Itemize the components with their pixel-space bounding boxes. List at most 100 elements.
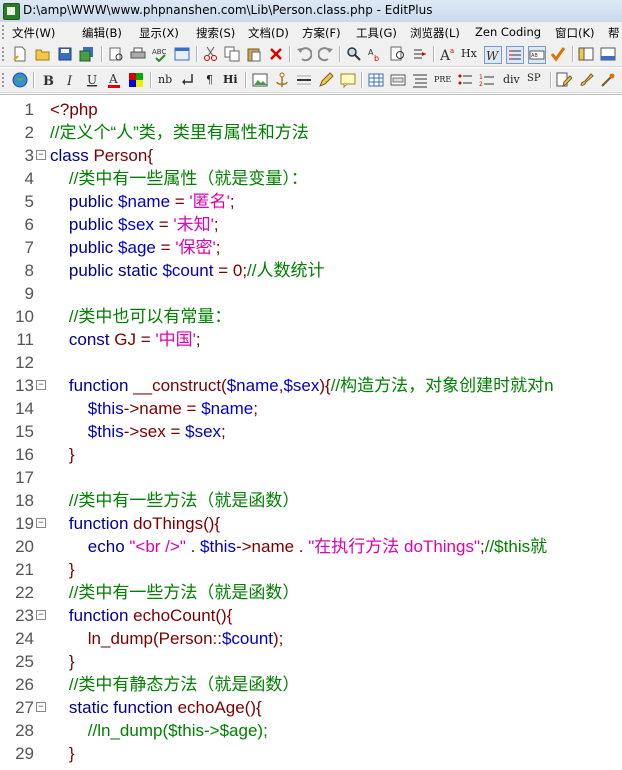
menu-file[interactable]: 文件(W) bbox=[12, 25, 55, 41]
underline-icon[interactable]: U bbox=[84, 72, 100, 88]
form-icon[interactable] bbox=[390, 72, 406, 88]
menu-view[interactable]: 显示(X) bbox=[139, 25, 179, 41]
menu-help[interactable]: 帮 bbox=[608, 25, 620, 41]
menu-window[interactable]: 窗口(K) bbox=[555, 25, 595, 41]
code-line[interactable]: 12 bbox=[0, 351, 622, 374]
goto-line-icon[interactable] bbox=[412, 46, 428, 62]
menu-edit[interactable]: 编辑(B) bbox=[82, 25, 122, 41]
paste-icon[interactable] bbox=[246, 46, 262, 62]
brush-icon[interactable] bbox=[578, 72, 594, 88]
replace-icon[interactable]: Ab bbox=[368, 46, 384, 62]
code-line[interactable]: 23− function echoCount(){ bbox=[0, 604, 622, 627]
code-line[interactable]: 11 const GJ = '中国'; bbox=[0, 328, 622, 351]
code-line[interactable]: 7 public $age = '保密'; bbox=[0, 236, 622, 259]
word-wrap-icon[interactable]: W bbox=[484, 46, 502, 64]
code-line[interactable]: 9 bbox=[0, 282, 622, 305]
code-line[interactable]: 19− function doThings(){ bbox=[0, 512, 622, 535]
code-line[interactable]: 15 $this->sex = $sex; bbox=[0, 420, 622, 443]
heading-button[interactable]: Hi bbox=[223, 73, 238, 86]
globe-icon[interactable] bbox=[12, 72, 28, 88]
ordered-list-icon[interactable]: 12 bbox=[479, 72, 495, 88]
browser-view-icon[interactable] bbox=[174, 46, 190, 62]
code-line[interactable]: 30 bbox=[0, 765, 622, 770]
print-icon[interactable] bbox=[130, 46, 146, 62]
table-icon[interactable] bbox=[368, 72, 384, 88]
code-line[interactable]: 17 bbox=[0, 466, 622, 489]
list-icon[interactable] bbox=[412, 72, 428, 88]
code-line[interactable]: 4 //类中有一些属性（就是变量）： bbox=[0, 167, 622, 190]
find-in-files-icon[interactable] bbox=[390, 46, 406, 62]
cut-icon[interactable] bbox=[203, 46, 219, 62]
code-line[interactable]: 25 } bbox=[0, 650, 622, 673]
code-line[interactable]: 6 public $sex = '未知'; bbox=[0, 213, 622, 236]
save-icon[interactable] bbox=[57, 46, 73, 62]
menu-browser[interactable]: 浏览器(L) bbox=[410, 25, 460, 41]
code-line[interactable]: 21 } bbox=[0, 558, 622, 581]
color-palette-icon[interactable] bbox=[128, 72, 144, 88]
wizard-icon[interactable] bbox=[600, 72, 616, 88]
toolbar-hx-label[interactable]: Hx bbox=[461, 47, 477, 60]
image-icon[interactable] bbox=[252, 72, 268, 88]
code-line[interactable]: 10 //类中也可以有常量： bbox=[0, 305, 622, 328]
spell-check-icon[interactable]: ABC bbox=[152, 46, 168, 62]
checkmark-icon[interactable] bbox=[550, 46, 566, 62]
code-line[interactable]: 5 public $name = '匿名'; bbox=[0, 190, 622, 213]
delete-icon[interactable] bbox=[268, 46, 284, 62]
copy-icon[interactable] bbox=[224, 46, 240, 62]
menu-tools[interactable]: 工具(G) bbox=[356, 25, 397, 41]
line-break-icon[interactable] bbox=[180, 72, 196, 88]
redo-icon[interactable] bbox=[318, 46, 334, 62]
div-tag-button[interactable]: div bbox=[503, 73, 520, 86]
menu-document[interactable]: 文档(D) bbox=[248, 25, 289, 41]
comment-icon[interactable] bbox=[340, 72, 356, 88]
code-line[interactable]: 13− function __construct($name,$sex){//构… bbox=[0, 374, 622, 397]
font-color-icon[interactable]: A bbox=[106, 72, 122, 88]
fold-toggle-icon[interactable]: − bbox=[36, 610, 46, 620]
ruler-icon[interactable]: AB bbox=[528, 46, 546, 64]
bold-icon[interactable]: B bbox=[40, 72, 56, 88]
code-line[interactable]: 28 //ln_dump($this->$age); bbox=[0, 719, 622, 742]
code-line[interactable]: 16 } bbox=[0, 443, 622, 466]
code-line[interactable]: 20 echo "<br />" . $this->name . "在执行方法 … bbox=[0, 535, 622, 558]
code-line[interactable]: 22 //类中有一些方法（就是函数） bbox=[0, 581, 622, 604]
fold-toggle-icon[interactable]: − bbox=[36, 702, 46, 712]
code-line[interactable]: 8 public static $count = 0;//人数统计 bbox=[0, 259, 622, 282]
paragraph-button[interactable]: ¶ bbox=[206, 73, 213, 86]
fold-toggle-icon[interactable]: − bbox=[36, 150, 46, 160]
directory-window-icon[interactable] bbox=[578, 46, 594, 62]
nbsp-button[interactable]: nb bbox=[158, 73, 172, 86]
code-line[interactable]: 3− class Person{ bbox=[0, 144, 622, 167]
print-preview-icon[interactable] bbox=[108, 46, 124, 62]
undo-icon[interactable] bbox=[296, 46, 312, 62]
open-folder-icon[interactable] bbox=[35, 46, 51, 62]
code-line[interactable]: 29 } bbox=[0, 742, 622, 765]
menu-project[interactable]: 方案(F) bbox=[302, 25, 341, 41]
edit-pencil-icon[interactable] bbox=[318, 72, 334, 88]
line-numbers-icon[interactable] bbox=[506, 46, 524, 64]
code-line[interactable]: 18 //类中有一些方法（就是函数） bbox=[0, 489, 622, 512]
code-line[interactable]: 24 ln_dump(Person::$count); bbox=[0, 627, 622, 650]
horizontal-rule-icon[interactable] bbox=[296, 72, 312, 88]
anchor-icon[interactable] bbox=[274, 72, 290, 88]
find-icon[interactable] bbox=[346, 46, 362, 62]
fold-toggle-icon[interactable]: − bbox=[36, 380, 46, 390]
save-all-icon[interactable] bbox=[79, 46, 95, 62]
list-bullet-icon[interactable] bbox=[457, 72, 473, 88]
code-editor[interactable]: 1 <?php 2//定义个“人”类，类里有属性和方法 3− class Person{… bbox=[0, 94, 622, 770]
code-line[interactable]: 27− static function echoAge(){ bbox=[0, 696, 622, 719]
font-size-icon[interactable]: Aa bbox=[440, 46, 456, 62]
code-line[interactable]: 26 //类中有静态方法（就是函数） bbox=[0, 673, 622, 696]
output-window-icon[interactable] bbox=[600, 46, 616, 62]
fold-toggle-icon[interactable]: − bbox=[36, 518, 46, 528]
edit-document-icon[interactable] bbox=[556, 72, 572, 88]
menu-search[interactable]: 搜索(S) bbox=[196, 25, 235, 41]
span-tag-button[interactable]: SP bbox=[527, 73, 541, 84]
code-line[interactable]: 1 <?php bbox=[0, 98, 622, 121]
code-line[interactable]: 14 $this->name = $name; bbox=[0, 397, 622, 420]
pre-tag-button[interactable]: PRE bbox=[434, 75, 451, 84]
new-file-icon[interactable] bbox=[12, 46, 28, 62]
italic-icon[interactable]: I bbox=[62, 72, 78, 88]
line-number: 17 bbox=[15, 468, 34, 487]
menu-zen-coding[interactable]: Zen Coding bbox=[475, 25, 541, 39]
code-line[interactable]: 2 //定义个“人”类，类里有属性和方法 bbox=[0, 121, 622, 144]
